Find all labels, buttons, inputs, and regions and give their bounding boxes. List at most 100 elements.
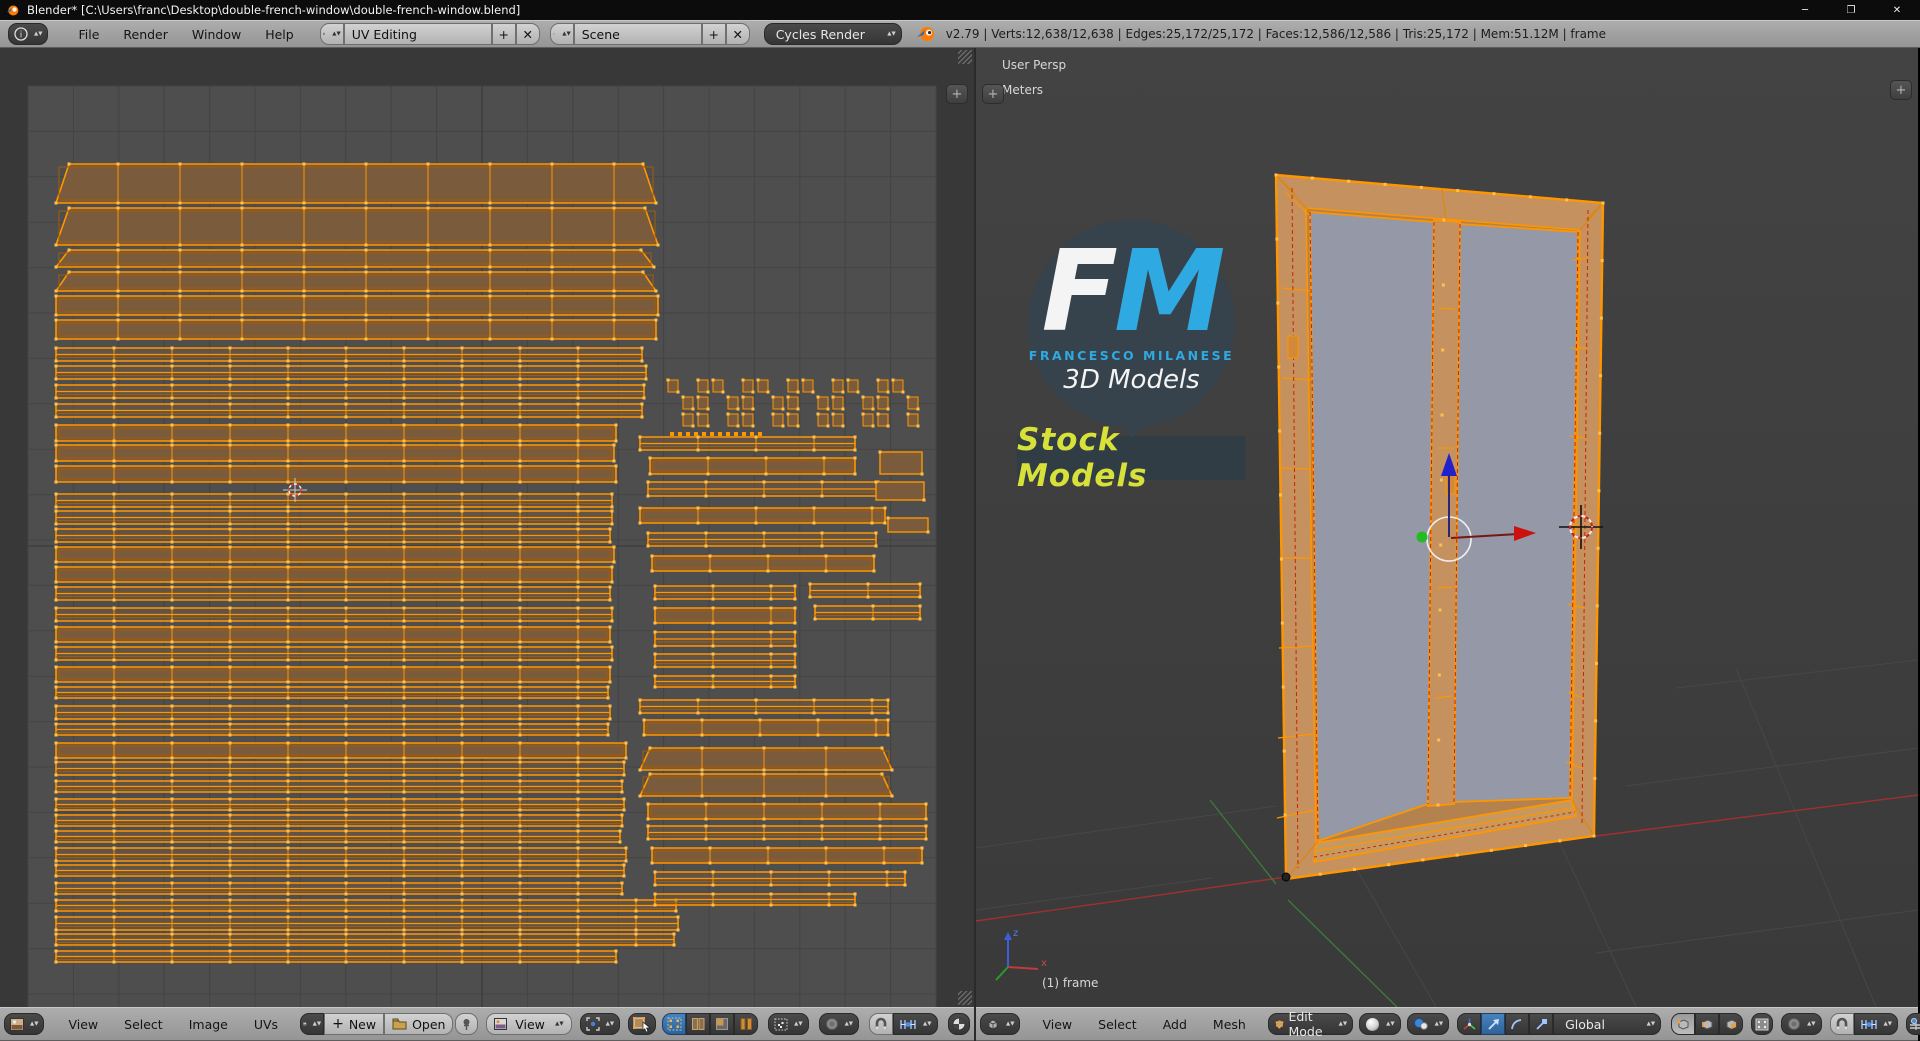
layout-add-button[interactable]: + xyxy=(491,23,516,45)
viewport-unit-label: Meters xyxy=(1002,83,1044,97)
image-icon xyxy=(493,1018,507,1030)
maximize-button[interactable]: ❐ xyxy=(1828,0,1874,20)
chevron-updown-icon: ▲▼ xyxy=(1338,1020,1348,1027)
manipulator-scale-button[interactable] xyxy=(1529,1013,1554,1035)
menu-file[interactable]: File xyxy=(66,27,111,42)
viewport-shading-selector[interactable]: ▲▼ xyxy=(1359,1013,1401,1035)
orientation-value: Global xyxy=(1565,1016,1605,1032)
uv-island-mode-icon xyxy=(740,1018,752,1030)
magnet-icon xyxy=(1836,1017,1847,1029)
uv-select-vertex-button[interactable] xyxy=(662,1013,687,1035)
image-pin-button[interactable] xyxy=(455,1013,478,1035)
area-corner-widget[interactable] xyxy=(958,50,972,64)
uv-snap-target-selector[interactable]: ▲▼ xyxy=(893,1013,938,1035)
edge-select-icon xyxy=(1702,1018,1713,1030)
uv-menu-view[interactable]: View xyxy=(56,1017,110,1032)
tool-shelf-expand-button[interactable]: + xyxy=(982,84,1004,104)
scene-delete-button[interactable]: ✕ xyxy=(725,23,750,45)
uv-menu-uvs[interactable]: UVs xyxy=(242,1017,290,1032)
magnet-icon xyxy=(875,1017,887,1029)
menu-help[interactable]: Help xyxy=(253,27,306,42)
vertex-select-button[interactable] xyxy=(1671,1013,1696,1035)
uv-pivot-selector[interactable]: ▲▼ xyxy=(579,1013,621,1035)
limit-visible-icon xyxy=(1755,1018,1769,1030)
manipulator-toggle-button[interactable] xyxy=(1457,1013,1482,1035)
info-editor-button[interactable]: i ▲▼ xyxy=(8,23,49,45)
snap-toggle[interactable] xyxy=(1829,1013,1854,1035)
scene-browse-button[interactable]: ▲▼ xyxy=(549,23,574,45)
image-datablock: ▲▼ + New Open xyxy=(300,1013,454,1035)
uv-wireframe xyxy=(0,48,974,1007)
opengl-render-button[interactable] xyxy=(1906,1013,1920,1035)
mode-value: Edit Mode xyxy=(1288,1009,1323,1039)
proportional-edit-selector[interactable]: ▲▼ xyxy=(1781,1013,1822,1035)
snap-controls: ▲▼ xyxy=(1829,1013,1898,1035)
v3d-menu-add[interactable]: Add xyxy=(1151,1017,1199,1032)
edge-select-button[interactable] xyxy=(1695,1013,1720,1035)
layout-delete-button[interactable]: ✕ xyxy=(515,23,540,45)
snap-increment-icon xyxy=(1860,1019,1877,1029)
image-icon xyxy=(303,1022,307,1026)
plus-icon: + xyxy=(332,1016,344,1032)
uv-select-face-button[interactable] xyxy=(710,1013,735,1035)
viewport-view-name: User Persp xyxy=(1002,58,1067,72)
uv-face-mode-icon xyxy=(715,1018,728,1030)
close-button[interactable]: ✕ xyxy=(1874,0,1920,20)
new-label: New xyxy=(348,1016,377,1032)
chevron-updown-icon: ▲▼ xyxy=(794,1020,803,1027)
uv-mode-selector[interactable]: View ▲▼ xyxy=(485,1013,572,1035)
viewport-3d-canvas[interactable]: zx User Persp Meters (1) frame + + Stock… xyxy=(976,48,1918,1007)
manipulator-rotate-button[interactable] xyxy=(1505,1013,1530,1035)
menu-render[interactable]: Render xyxy=(111,27,180,42)
mode-selector[interactable]: Edit Mode ▲▼ xyxy=(1267,1009,1354,1039)
manipulator-translate-button[interactable] xyxy=(1481,1013,1506,1035)
image-new-button[interactable]: + New xyxy=(324,1013,385,1035)
window-title: Blender* [C:\Users\franc\Desktop\double-… xyxy=(27,3,521,17)
scene-add-button[interactable]: + xyxy=(701,23,726,45)
pivot-median-icon xyxy=(1413,1018,1428,1030)
translate-icon xyxy=(1487,1018,1499,1030)
layout-browse-button[interactable]: ▲▼ xyxy=(319,23,344,45)
uv-proportional-edit-selector[interactable]: ▲▼ xyxy=(818,1013,860,1035)
properties-region-expand-button[interactable]: + xyxy=(1890,80,1912,100)
editor-type-button[interactable]: ▲▼ xyxy=(4,1013,45,1035)
uv-sticky-selection-selector[interactable]: ▲▼ xyxy=(768,1013,809,1035)
chevron-updown-icon: ▲▼ xyxy=(332,30,341,37)
minimize-button[interactable]: ─ xyxy=(1782,0,1828,20)
editor-type-button[interactable]: ▲▼ xyxy=(980,1013,1021,1035)
v3d-menu-mesh[interactable]: Mesh xyxy=(1201,1017,1258,1032)
fm-tagline: 3D Models xyxy=(1063,365,1200,395)
uv-render-slot-button[interactable] xyxy=(947,1013,970,1035)
uv-menu-select[interactable]: Select xyxy=(112,1017,175,1032)
uv-properties-expand-button[interactable]: + xyxy=(946,84,968,104)
blender-logo-icon xyxy=(6,4,19,16)
uv-sync-selection-toggle[interactable] xyxy=(628,1013,657,1035)
render-engine-selector[interactable]: Cycles Render ▲▼ xyxy=(763,23,902,45)
camera-render-icon xyxy=(1910,1018,1920,1030)
fm-initial-m: M xyxy=(1114,227,1225,357)
pivot-point-selector[interactable]: ▲▼ xyxy=(1406,1013,1450,1035)
open-label: Open xyxy=(412,1016,446,1032)
chevron-updown-icon: ▲▼ xyxy=(923,1020,932,1027)
v3d-menu-view[interactable]: View xyxy=(1030,1017,1084,1032)
snap-target-selector[interactable]: ▲▼ xyxy=(1853,1013,1898,1035)
scene-name-field[interactable]: Scene xyxy=(573,23,702,45)
image-open-button[interactable]: Open xyxy=(384,1013,454,1035)
v3d-menu-select[interactable]: Select xyxy=(1086,1017,1149,1032)
image-browse-button[interactable]: ▲▼ xyxy=(300,1013,325,1035)
layout-name: UV Editing xyxy=(351,26,417,42)
uv-menu-image[interactable]: Image xyxy=(177,1017,240,1032)
uv-select-edge-button[interactable] xyxy=(686,1013,711,1035)
uv-canvas[interactable]: + xyxy=(0,48,974,1007)
render-result-icon xyxy=(952,1017,966,1031)
mesh-select-mode-buttons xyxy=(1671,1013,1744,1035)
transform-orientation-selector[interactable]: Global ▲▼ xyxy=(1553,1013,1662,1035)
menu-window[interactable]: Window xyxy=(180,27,253,42)
fm-initial-f: F xyxy=(1041,227,1118,357)
uv-select-island-button[interactable] xyxy=(734,1013,759,1035)
occlude-geometry-button[interactable] xyxy=(1751,1013,1774,1035)
face-select-button[interactable] xyxy=(1719,1013,1744,1035)
area-corner-widget[interactable] xyxy=(958,991,972,1005)
layout-name-field[interactable]: UV Editing xyxy=(343,23,492,45)
uv-snap-toggle[interactable] xyxy=(869,1013,894,1035)
